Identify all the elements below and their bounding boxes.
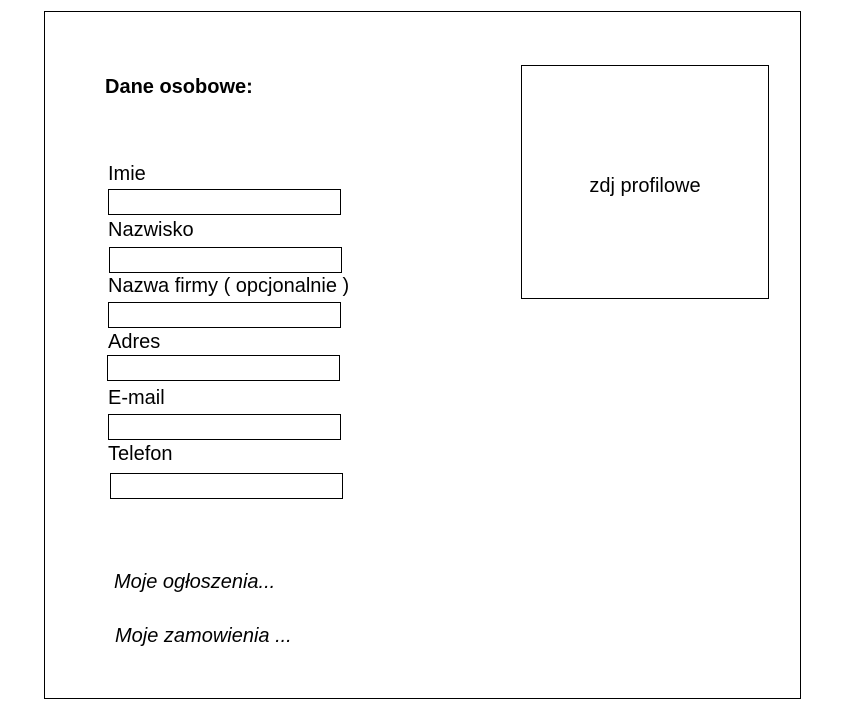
my-ads-link[interactable]: Moje ogłoszenia... [114,570,275,594]
first-name-input[interactable] [108,189,341,215]
last-name-input[interactable] [109,247,342,273]
profile-photo-label: zdj profilowe [589,175,701,197]
email-label: E-mail [108,387,165,409]
phone-input[interactable] [110,473,343,499]
last-name-label: Nazwisko [108,219,194,241]
company-name-label: Nazwa firmy ( opcjonalnie ) [108,275,350,297]
profile-photo-box[interactable]: zdj profilowe [521,65,769,299]
email-input[interactable] [108,414,341,440]
my-orders-link[interactable]: Moje zamowienia ... [115,624,292,648]
first-name-label: Imie [108,163,146,185]
company-name-input[interactable] [108,302,341,328]
section-title: Dane osobowe: [105,76,253,98]
address-input[interactable] [107,355,340,381]
phone-label: Telefon [108,443,173,465]
address-label: Adres [108,331,161,353]
